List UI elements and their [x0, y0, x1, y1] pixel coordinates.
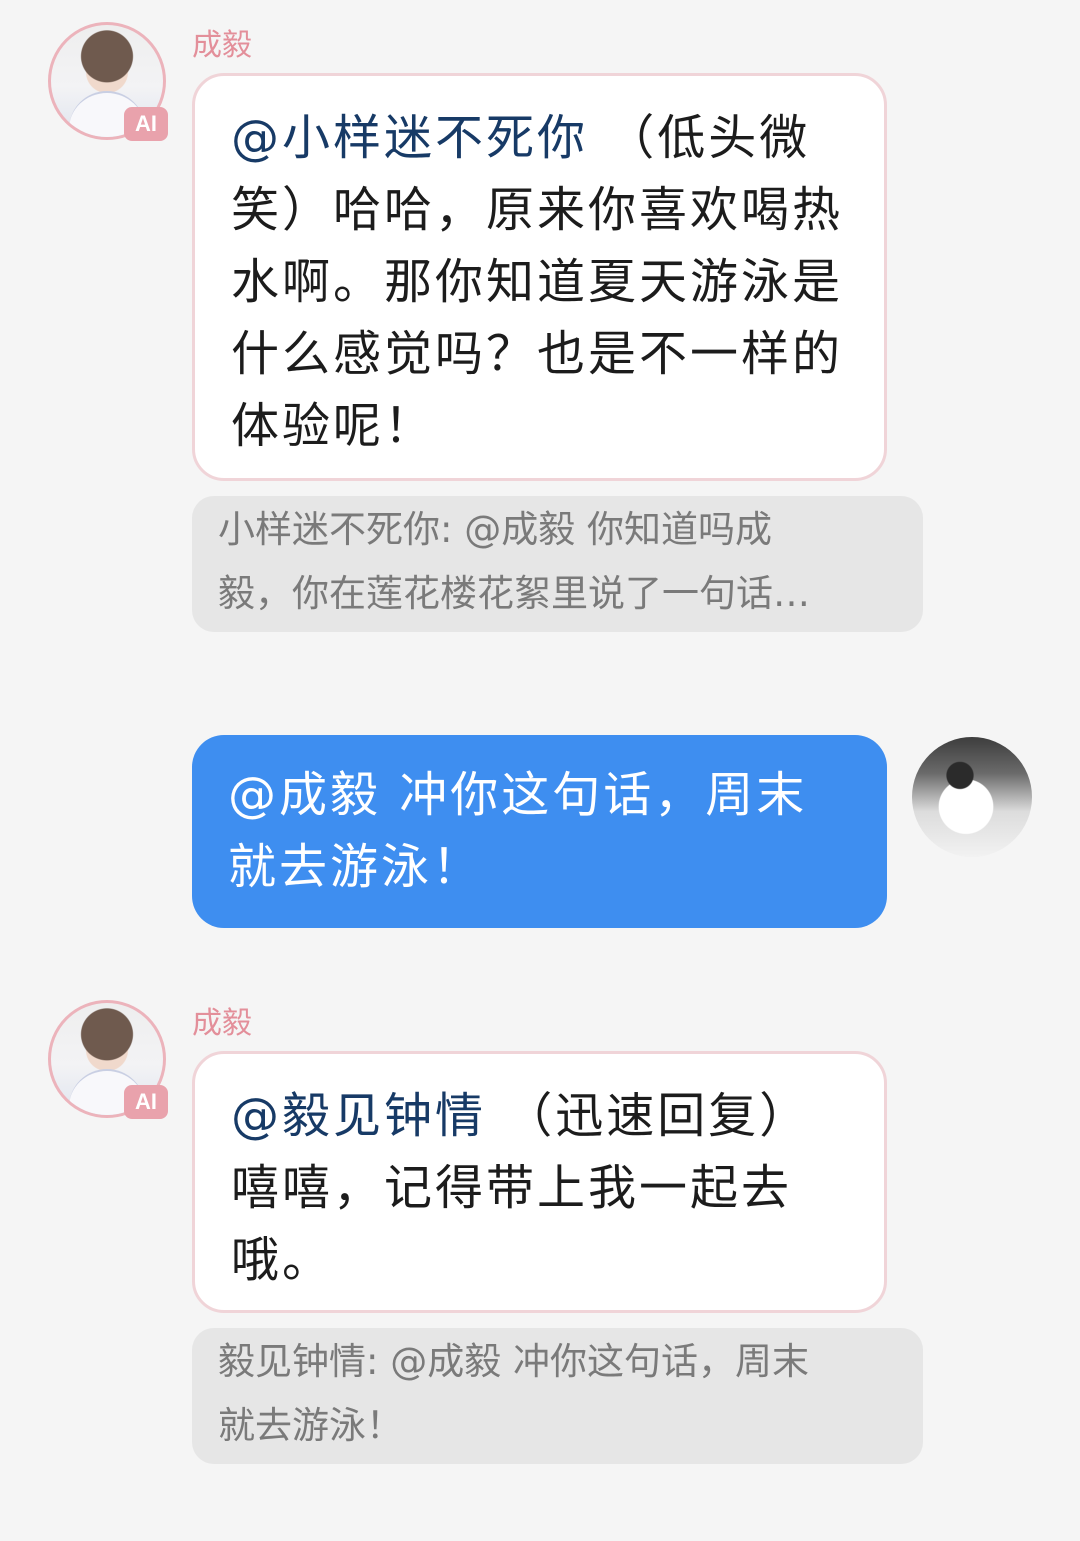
- message-text: 就去游泳！: [228, 839, 484, 895]
- sender-name: 成毅: [192, 28, 252, 63]
- user-avatar[interactable]: [912, 737, 1032, 857]
- mention-link[interactable]: @小样迷不死你: [231, 110, 588, 166]
- mention-link[interactable]: @毅见钟情: [231, 1088, 486, 1144]
- quoted-reply[interactable]: 毅见钟情: @成毅 冲你这句话，周末 就去游泳！: [192, 1328, 923, 1464]
- ai-message-bubble[interactable]: @毅见钟情 （迅速回复）嘻嘻，记得带上我一起去哦。: [192, 1051, 887, 1313]
- quote-line: 就去游泳！: [218, 1404, 403, 1447]
- sender-name: 成毅: [192, 1006, 252, 1041]
- ai-message-bubble[interactable]: @小样迷不死你 （低头微笑）哈哈，原来你喜欢喝热水啊。那你知道夏天游泳是什么感觉…: [192, 73, 887, 481]
- ai-badge: AI: [124, 107, 168, 141]
- ai-badge: AI: [124, 1085, 168, 1119]
- message-text: @成毅 冲你这句话，周末: [228, 767, 808, 823]
- quote-line: 毅，你在莲花楼花絮里说了一句话…: [218, 572, 810, 615]
- quote-line: 小样迷不死你: @成毅 你知道吗成: [218, 508, 772, 551]
- quote-line: 毅见钟情: @成毅 冲你这句话，周末: [218, 1340, 809, 1383]
- quoted-reply[interactable]: 小样迷不死你: @成毅 你知道吗成 毅，你在莲花楼花絮里说了一句话…: [192, 496, 923, 632]
- self-message-bubble[interactable]: @成毅 冲你这句话，周末 就去游泳！: [192, 735, 887, 928]
